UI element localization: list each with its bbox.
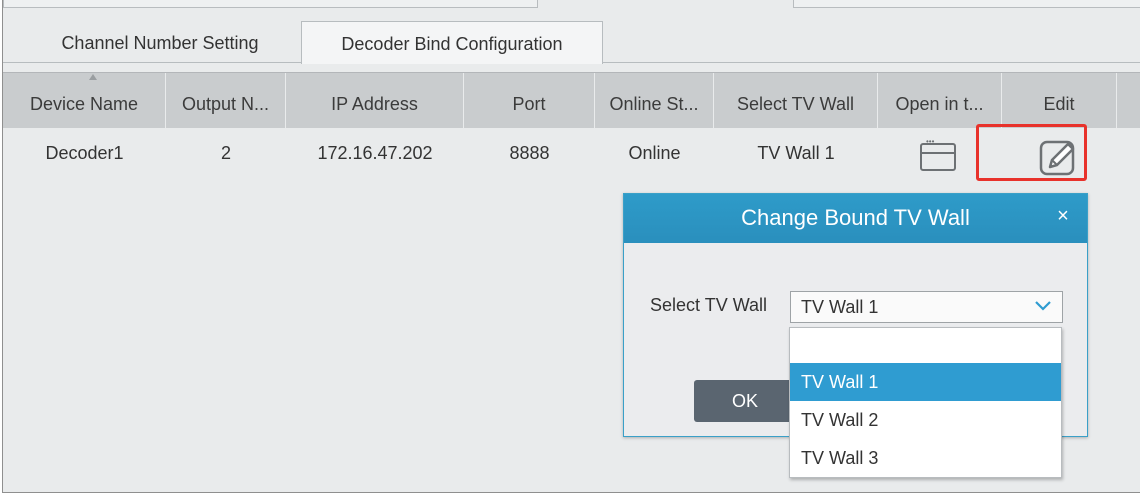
select-tv-wall-label: Select TV Wall bbox=[650, 295, 768, 315]
column-header-port[interactable]: Port bbox=[464, 73, 595, 129]
table-header: Device Name Output N... IP Address Port … bbox=[3, 72, 1140, 129]
tv-wall-dropdown-list: TV Wall 1 TV Wall 2 TV Wall 3 bbox=[789, 327, 1062, 478]
sort-ascending-icon bbox=[89, 74, 97, 80]
cell-output-number: 2 bbox=[220, 143, 231, 163]
chevron-down-icon bbox=[1035, 301, 1051, 311]
column-header-ip-address[interactable]: IP Address bbox=[286, 73, 464, 129]
column-header-open-in[interactable]: Open in t... bbox=[878, 73, 1002, 129]
cell-device-name: Decoder1 bbox=[45, 143, 124, 163]
dropdown-option-blank[interactable] bbox=[790, 328, 1061, 363]
dropdown-option-tv-wall-2[interactable]: TV Wall 2 bbox=[790, 401, 1061, 439]
column-header-output-number[interactable]: Output N... bbox=[166, 73, 286, 129]
tab-decoder-bind-configuration[interactable]: Decoder Bind Configuration bbox=[301, 21, 603, 64]
tab-bar: Channel Number Setting Decoder Bind Conf… bbox=[3, 21, 1140, 64]
tv-wall-select[interactable]: TV Wall 1 bbox=[790, 291, 1063, 323]
tv-wall-select-value: TV Wall 1 bbox=[801, 297, 879, 317]
column-header-edit[interactable]: Edit bbox=[1002, 73, 1117, 129]
cell-port: 8888 bbox=[509, 143, 550, 163]
column-header-device-name[interactable]: Device Name bbox=[3, 73, 166, 129]
upper-tab-edge bbox=[793, 0, 1140, 8]
cell-tv-wall: TV Wall 1 bbox=[757, 143, 835, 163]
dropdown-option-tv-wall-1[interactable]: TV Wall 1 bbox=[790, 363, 1061, 401]
close-icon[interactable]: × bbox=[1051, 194, 1075, 238]
column-header-select-tv-wall[interactable]: Select TV Wall bbox=[714, 73, 878, 129]
open-in-window-icon[interactable] bbox=[920, 137, 956, 171]
dropdown-option-tv-wall-3[interactable]: TV Wall 3 bbox=[790, 439, 1061, 477]
upper-tab-edge bbox=[3, 0, 538, 8]
column-header-online-status[interactable]: Online St... bbox=[595, 73, 714, 129]
dialog-title: Change Bound TV Wall bbox=[624, 194, 1087, 243]
cell-online-status: Online bbox=[628, 143, 681, 163]
tab-channel-number-setting[interactable]: Channel Number Setting bbox=[31, 21, 289, 62]
edit-pencil-icon[interactable] bbox=[1039, 138, 1077, 176]
table-row[interactable]: Decoder1 2 172.16.47.202 8888 Online TV … bbox=[3, 128, 1140, 178]
cell-ip-address: 172.16.47.202 bbox=[317, 143, 433, 163]
